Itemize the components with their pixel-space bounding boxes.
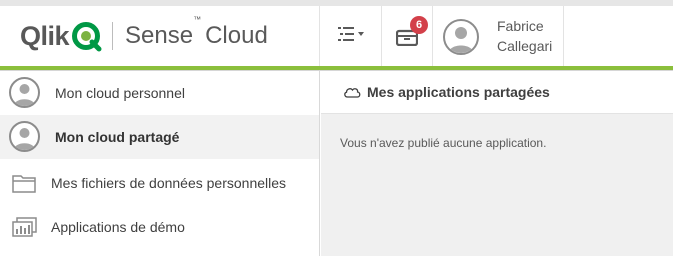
sidebar-item-demo-apps[interactable]: Applications de démo: [0, 205, 319, 249]
logo-text: Qlik: [20, 20, 70, 51]
demo-apps-icon: [12, 217, 37, 237]
sidebar-item-personal-data-files[interactable]: Mes fichiers de données personnelles: [0, 161, 319, 205]
cloud-icon: [343, 86, 361, 98]
sidebar-item-personal-cloud[interactable]: Mon cloud personnel: [0, 71, 319, 115]
logo-divider: [112, 22, 114, 50]
user-last-name: Callegari: [497, 38, 553, 54]
user-avatar-icon: [9, 121, 40, 152]
folder-icon: [12, 173, 36, 193]
user-name[interactable]: Fabrice Callegari: [497, 16, 552, 56]
list-menu-icon: [337, 26, 364, 46]
sidebar-item-label: Mon cloud personnel: [55, 85, 185, 101]
notifications-button[interactable]: 6: [382, 6, 432, 66]
qlik-sense-cloud-logo[interactable]: Qlik Sense™Cloud: [20, 15, 268, 52]
empty-state-message: Vous n'avez publié aucune application.: [340, 136, 547, 150]
product-name-cloud: Cloud: [205, 22, 268, 49]
user-first-name: Fabrice: [497, 18, 544, 34]
product-name: Sense™Cloud: [125, 15, 268, 50]
notification-count-badge: 6: [410, 16, 428, 34]
qlik-q-icon: [72, 22, 102, 52]
trademark: ™: [193, 15, 202, 24]
user-avatar-icon: [9, 77, 40, 108]
sidebar: Mon cloud personnel Mon cloud partagé Me…: [0, 71, 320, 256]
sidebar-item-label: Applications de démo: [51, 219, 185, 235]
sidebar-item-shared-cloud[interactable]: Mon cloud partagé: [0, 115, 319, 159]
apps-panel: Vous n'avez publié aucune application.: [321, 114, 673, 256]
sidebar-item-label: Mes fichiers de données personnelles: [51, 175, 287, 191]
user-avatar-icon: [443, 19, 479, 55]
list-menu-button[interactable]: [320, 6, 381, 66]
sidebar-item-label: Mon cloud partagé: [55, 129, 180, 145]
product-name-sense: Sense: [125, 22, 194, 49]
page-title: Mes applications partagées: [367, 84, 550, 100]
top-bar: Qlik Sense™Cloud 6 Fabrice Callegari: [0, 0, 673, 68]
toolbar-separator: [563, 6, 564, 66]
main-header: Mes applications partagées: [321, 71, 673, 114]
